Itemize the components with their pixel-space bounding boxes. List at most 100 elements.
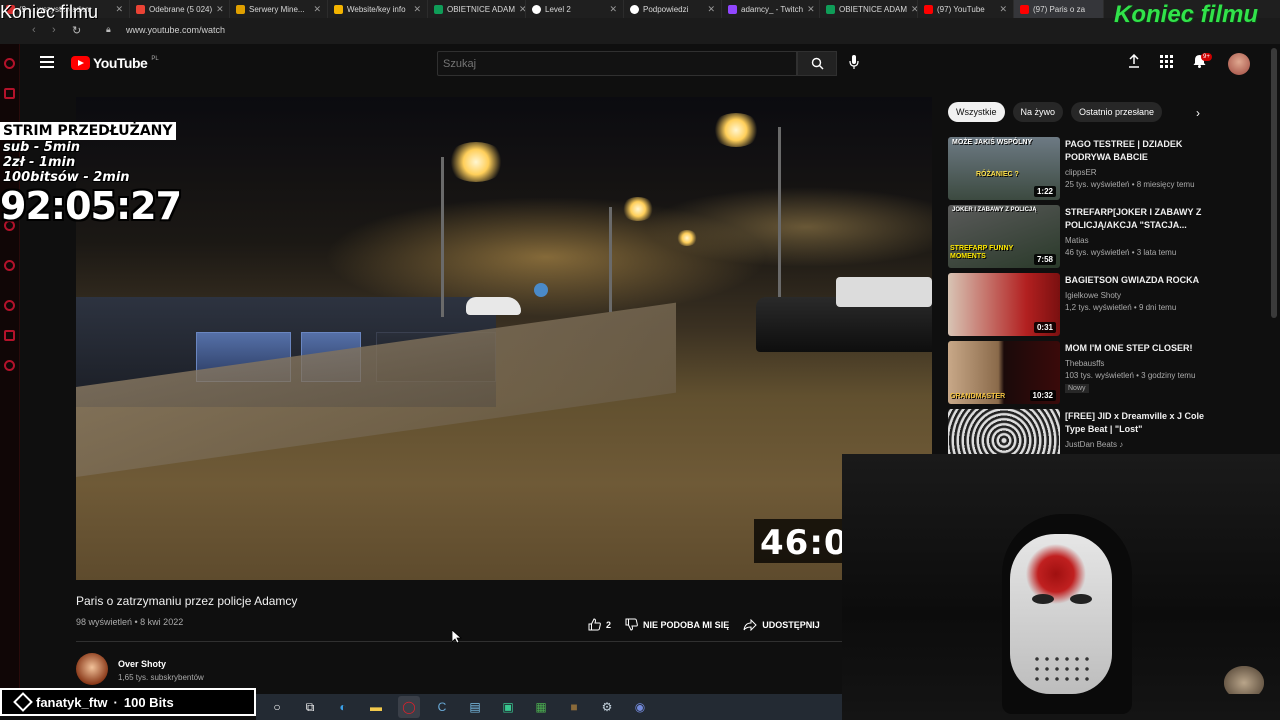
share-button[interactable]: UDOSTĘPNIJ (743, 618, 820, 631)
overlay-rule: sub - 5min (3, 140, 81, 155)
dislike-button[interactable]: NIE PODOBA MI SIĘ (625, 618, 729, 631)
close-icon[interactable]: ✕ (707, 4, 715, 15)
recommended-meta: 103 tys. wyświetleń • 3 godziny temu (1065, 371, 1196, 380)
video-thumbnail[interactable]: MOŻE JAKIŚ WSPÓLNY RÓŻANIEC ? 1:22 (948, 137, 1060, 200)
close-icon[interactable]: ✕ (413, 4, 421, 15)
recommended-video[interactable]: MOŻE JAKIŚ WSPÓLNY RÓŻANIEC ? 1:22 PAGO … (948, 137, 1208, 201)
browser-tab[interactable]: Podpowiedzi ✕ (624, 0, 722, 18)
recommended-video[interactable]: JOKER I ZABAWY Z POLICJĄ STREFARP FUNNY … (948, 205, 1208, 269)
discord-icon[interactable]: ◉ (629, 696, 651, 718)
sidebar-icon[interactable] (4, 260, 15, 271)
close-icon[interactable]: ✕ (807, 4, 815, 15)
video-scene-van (836, 277, 932, 307)
edge-icon[interactable]: ◐ (332, 696, 354, 718)
search-input[interactable] (437, 51, 797, 76)
browser-tab[interactable]: Level 2 ✕ (526, 0, 624, 18)
video-thumbnail[interactable]: GRANDMASTER 10:32 (948, 341, 1060, 404)
clock-icon[interactable] (4, 300, 15, 311)
voice-search-button[interactable] (849, 55, 859, 75)
app-icon[interactable]: ▣ (497, 696, 519, 718)
scrollbar[interactable] (1271, 48, 1277, 318)
header-actions (1128, 54, 1206, 68)
youtube-play-icon (71, 56, 90, 70)
close-icon[interactable]: ✕ (911, 4, 917, 15)
video-scene-light (446, 142, 506, 182)
close-icon[interactable]: ✕ (216, 4, 224, 15)
video-timestamp-overlay: 46:0 (754, 519, 844, 563)
browser-tab[interactable]: adamcy_ - Twitch ✕ (722, 0, 820, 18)
recommended-title: BAGIETSON GWIAZDA ROCKA (1065, 275, 1200, 285)
search-circle-icon[interactable]: ○ (266, 696, 288, 718)
task-view-icon[interactable]: ⧉ (299, 696, 321, 718)
menu-icon[interactable] (40, 56, 54, 68)
video-scene-sign (534, 283, 548, 297)
gear-icon[interactable] (4, 360, 15, 371)
browser-tab[interactable]: Serwery Mine... ✕ (230, 0, 328, 18)
url-field[interactable]: www.youtube.com/watch (126, 25, 225, 35)
video-player[interactable] (76, 97, 932, 580)
mouse-cursor-icon (452, 630, 462, 644)
browser-tab-active[interactable]: (97) Paris o za (1014, 0, 1104, 18)
close-icon[interactable]: ✕ (609, 4, 617, 15)
close-icon[interactable]: ✕ (115, 4, 123, 15)
close-icon[interactable]: ✕ (313, 4, 321, 15)
youtube-header: YouTube PL 9+ (24, 44, 1280, 84)
bits-gem-icon (13, 692, 33, 712)
youtube-logo[interactable]: YouTube PL (71, 55, 159, 71)
notepad-icon[interactable]: ▤ (464, 696, 486, 718)
close-icon[interactable]: ✕ (519, 4, 525, 15)
recommended-meta: 1,2 tys. wyświetleń • 9 dni temu (1065, 303, 1177, 312)
close-icon[interactable]: ✕ (999, 4, 1007, 15)
search-button[interactable] (797, 51, 837, 76)
video-actions: 2 NIE PODOBA MI SIĘ UDOSTĘPNIJ (588, 618, 820, 631)
webcam-mask-eye (1032, 594, 1054, 604)
app-icon[interactable]: C (431, 696, 453, 718)
spreadsheet-icon[interactable]: ▦ (530, 696, 552, 718)
trophy-icon (334, 4, 343, 14)
folder-icon[interactable]: ▬ (365, 696, 387, 718)
recommended-video[interactable]: GRANDMASTER 10:32 MOM I'M ONE STEP CLOSE… (948, 341, 1208, 405)
chevron-right-icon[interactable]: › (1196, 106, 1200, 120)
video-scene-light (676, 230, 698, 246)
browser-tab[interactable]: Odebrane (5 024) ✕ (130, 0, 230, 18)
avatar[interactable] (1228, 53, 1250, 75)
twitch-icon (728, 4, 737, 14)
chip-live[interactable]: Na żywo (1012, 102, 1064, 122)
reload-icon[interactable]: ↻ (72, 24, 81, 37)
video-thumbnail[interactable]: 0:31 (948, 273, 1060, 336)
minecraft-icon[interactable]: ■ (563, 696, 585, 718)
recommended-title: MOM I'M ONE STEP CLOSER! (1065, 343, 1193, 353)
video-duration: 10:32 (1029, 390, 1056, 401)
forward-icon[interactable]: › (52, 24, 56, 36)
video-scene-light (621, 197, 655, 221)
recommended-channel: Igielkowe Shoty (1065, 291, 1122, 300)
chip-recent[interactable]: Ostatnio przesłane (1071, 102, 1163, 122)
browser-tab[interactable]: OBIETNICE ADAM ✕ (428, 0, 526, 18)
channel-avatar[interactable] (76, 653, 108, 685)
apps-grid-icon[interactable] (1160, 54, 1173, 68)
browser-tab[interactable]: (97) YouTube ✕ (918, 0, 1014, 18)
opera-icon[interactable]: ◯ (398, 696, 420, 718)
recommended-title: STREFARP[JOKER I ZABAWY Z POLICJĄ/AKCJA … (1065, 207, 1202, 230)
sidebar-icon[interactable] (4, 58, 15, 69)
address-bar: ‹ › ↻ 🔒︎ www.youtube.com/watch (0, 18, 1280, 44)
mic-icon (849, 55, 859, 69)
video-thumbnail[interactable]: JOKER I ZABAWY Z POLICJĄ STREFARP FUNNY … (948, 205, 1060, 268)
recommended-video[interactable]: 0:31 BAGIETSON GWIAZDA ROCKA Igielkowe S… (948, 273, 1208, 337)
video-views: 98 wyświetleń • 8 kwi 2022 (76, 617, 184, 627)
channel-name[interactable]: Over Shoty (118, 659, 166, 669)
chip-all[interactable]: Wszystkie (948, 102, 1005, 122)
like-button[interactable]: 2 (588, 618, 611, 631)
browser-tab[interactable]: Website/key info ✕ (328, 0, 428, 18)
recommended-channel: clippsER (1065, 168, 1097, 177)
browser-tab[interactable]: OBIETNICE ADAM ✕ (820, 0, 918, 18)
youtube-icon (1020, 4, 1029, 14)
steam-icon[interactable]: ⚙ (596, 696, 618, 718)
sidebar-icon[interactable] (4, 88, 15, 99)
box-icon[interactable] (4, 330, 15, 341)
upload-icon[interactable] (1128, 54, 1140, 68)
recommended-meta: 25 tys. wyświetleń • 8 miesięcy temu (1065, 180, 1195, 189)
recommended-title: [FREE] JID x Dreamville x J Cole Type Be… (1065, 411, 1205, 434)
back-icon[interactable]: ‹ (32, 24, 36, 36)
channel-subscribers: 1,65 tys. subskrybentów (118, 673, 204, 682)
